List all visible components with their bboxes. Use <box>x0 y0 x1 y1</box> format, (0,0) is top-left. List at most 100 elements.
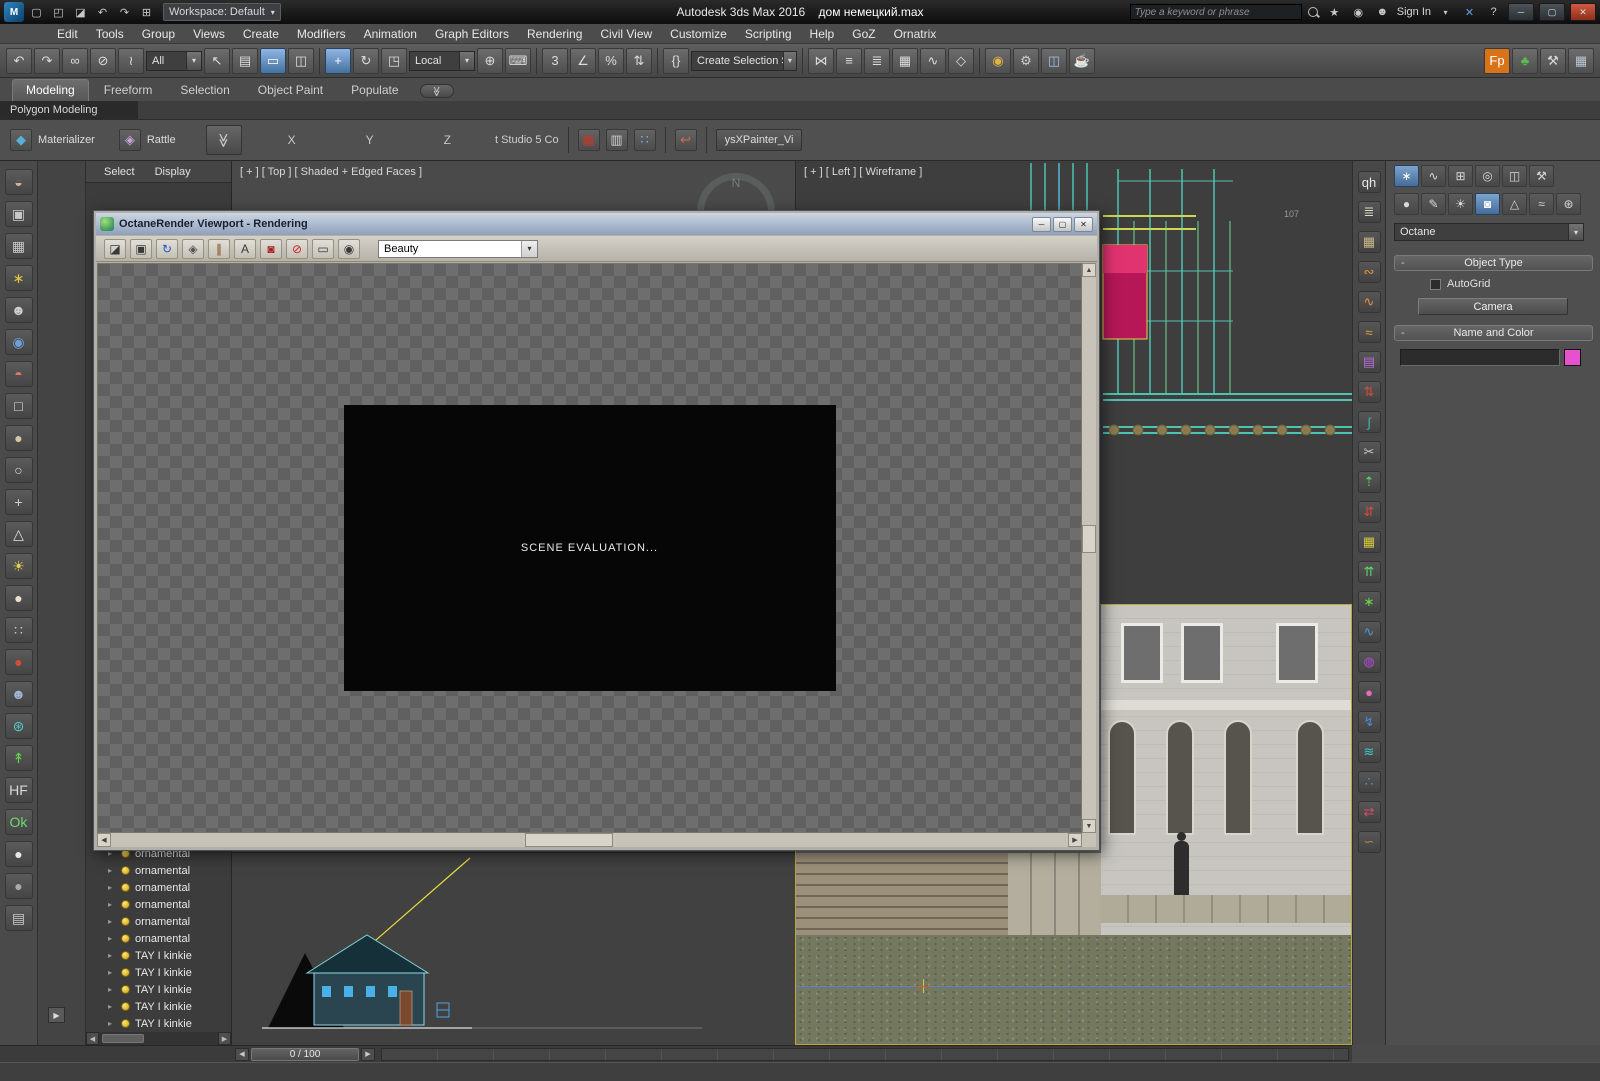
spark-icon[interactable]: ∗ <box>4 265 33 291</box>
dots-grid-icon[interactable]: ∷ <box>633 129 656 151</box>
maximize-button[interactable]: ▢ <box>1539 3 1565 21</box>
save-image-icon[interactable]: ◪ <box>104 238 126 259</box>
systems-category-icon[interactable]: ⊛ <box>1556 193 1581 215</box>
percent-snap-icon[interactable]: % <box>598 47 624 74</box>
space-warps-category-icon[interactable]: ≈ <box>1529 193 1554 215</box>
rendered-frame-window-icon[interactable]: ◫ <box>1041 47 1067 74</box>
menu-item[interactable]: Help <box>801 24 844 43</box>
workspace-dropdown[interactable]: Workspace: Default ▾ <box>163 3 281 21</box>
select-and-move-icon[interactable]: + <box>325 47 351 74</box>
expand-arrow-icon[interactable]: ▸ <box>108 934 116 943</box>
time-slider-track[interactable] <box>381 1047 1349 1061</box>
mirror-icon[interactable]: ⋈ <box>808 47 834 74</box>
scene-explorer-row[interactable]: ▸ ornamental <box>86 930 231 947</box>
selection-region-icon[interactable]: ▭ <box>260 47 286 74</box>
grid-plugin-icon[interactable]: ▦ <box>1568 47 1594 74</box>
cone-icon[interactable]: △ <box>4 521 33 547</box>
menu-item[interactable]: Customize <box>661 24 736 43</box>
lock-view-icon[interactable]: ◈ <box>182 238 204 259</box>
menu-item[interactable]: Create <box>234 24 288 43</box>
material-editor-icon[interactable]: ◉ <box>985 47 1011 74</box>
menu-item[interactable]: Graph Editors <box>426 24 518 43</box>
grid-array-icon[interactable]: ▦ <box>4 233 33 259</box>
create-tab-icon[interactable]: ∗ <box>1394 165 1419 187</box>
light-bulb-icon[interactable] <box>121 934 130 943</box>
ornatrix-pink-ball-icon[interactable]: ● <box>1357 681 1381 703</box>
gear-teal-icon[interactable]: ⊛ <box>4 713 33 739</box>
scroll-right-icon[interactable]: ▶ <box>1068 833 1082 847</box>
orb-blue-icon[interactable]: ◉ <box>4 329 33 355</box>
reference-coordinate-dropdown[interactable]: Local ▾ <box>409 50 475 71</box>
selection-filter-dropdown[interactable]: All ▾ <box>146 50 202 71</box>
ornatrix-scissors-icon[interactable]: ✂ <box>1357 441 1381 463</box>
scroll-thumb[interactable] <box>102 1034 144 1043</box>
ornatrix-strand-icon[interactable]: ∿ <box>1357 291 1381 313</box>
display-tab-icon[interactable]: ◫ <box>1502 165 1527 187</box>
scene-explorer-row[interactable]: ▸ TAY I kinkie <box>86 998 231 1015</box>
viewport-top-label[interactable]: [ + ] [ Top ] [ Shaded + Edged Faces ] <box>240 166 422 178</box>
ornatrix-waves-icon[interactable]: ≈ <box>1357 321 1381 343</box>
light-bulb-icon[interactable] <box>121 883 130 892</box>
object-name-field[interactable] <box>1400 349 1560 366</box>
stamp-text-icon[interactable]: A <box>234 238 256 259</box>
previous-frame-button[interactable]: ◀ <box>235 1047 249 1061</box>
ornatrix-blue-s-icon[interactable]: ∿ <box>1357 621 1381 643</box>
light-bulb-icon[interactable] <box>121 1019 130 1028</box>
sphere-red-icon[interactable]: ● <box>4 649 33 675</box>
curve-arrow-icon[interactable]: ↩ <box>674 129 697 151</box>
render-region-icon[interactable]: ◙ <box>260 238 282 259</box>
align-icon[interactable]: ≡ <box>836 47 862 74</box>
sun-icon[interactable]: ☀ <box>4 553 33 579</box>
fp-plugin-button[interactable]: Fp <box>1484 47 1510 74</box>
modify-tab-icon[interactable]: ∿ <box>1421 165 1446 187</box>
ornatrix-grid-icon[interactable]: ▦ <box>1357 531 1381 553</box>
plant-icon[interactable]: ↟ <box>4 745 33 771</box>
expand-arrow-icon[interactable]: ▸ <box>108 866 116 875</box>
light-bulb-icon[interactable] <box>121 985 130 994</box>
expand-arrow-icon[interactable]: ▸ <box>108 1002 116 1011</box>
explorer-menu-item[interactable]: Display <box>147 166 199 178</box>
panel-icon[interactable]: ▤ <box>4 905 33 931</box>
light-bulb-icon[interactable] <box>121 968 130 977</box>
motion-tab-icon[interactable]: ◎ <box>1475 165 1500 187</box>
hf-icon[interactable]: HF <box>4 777 33 803</box>
ornatrix-drops-icon[interactable]: ∴ <box>1357 771 1381 793</box>
ornatrix-leaf-icon[interactable]: ∗ <box>1357 591 1381 613</box>
new-scene-icon[interactable]: ▢ <box>27 3 46 21</box>
scene-explorer-row[interactable]: ▸ ornamental <box>86 879 231 896</box>
explorer-menu-item[interactable]: Select <box>96 166 143 178</box>
ribbon-tab[interactable]: Populate <box>338 80 411 101</box>
light-bulb-icon[interactable] <box>121 951 130 960</box>
time-slider-thumb[interactable]: 0 / 100 <box>251 1047 359 1061</box>
rattle-icon[interactable]: ◈ <box>118 129 141 151</box>
figure-blue-icon[interactable]: ☻ <box>4 681 33 707</box>
ribbon-collapse-button[interactable]: ≫ <box>419 84 454 98</box>
light-bulb-icon[interactable] <box>121 1002 130 1011</box>
snaps-toggle-icon[interactable]: 3 <box>542 47 568 74</box>
sign-in-link[interactable]: Sign In <box>1397 6 1431 18</box>
ornatrix-brown-curl-icon[interactable]: ∽ <box>1357 831 1381 853</box>
search-input[interactable] <box>1129 4 1302 20</box>
expand-arrow-icon[interactable]: ▸ <box>108 985 116 994</box>
curve-editor-icon[interactable]: ∿ <box>920 47 946 74</box>
expand-arrow-icon[interactable]: ▸ <box>108 951 116 960</box>
lights-category-icon[interactable]: ☀ <box>1448 193 1473 215</box>
name-color-rollout-header[interactable]: - Name and Color <box>1394 325 1593 341</box>
undo-icon[interactable]: ↶ <box>6 47 32 74</box>
scroll-left-icon[interactable]: ◀ <box>97 833 111 847</box>
scroll-up-icon[interactable]: ▲ <box>1082 263 1096 277</box>
project-folder-icon[interactable]: ⊞ <box>137 3 156 21</box>
select-and-manipulate-icon[interactable]: ⊕ <box>477 47 503 74</box>
expand-arrow-icon[interactable]: ▸ <box>108 917 116 926</box>
scroll-thumb[interactable] <box>524 833 613 847</box>
schematic-view-icon[interactable]: ◇ <box>948 47 974 74</box>
bind-to-space-warp-icon[interactable]: ≀ <box>118 47 144 74</box>
redo-icon[interactable]: ↷ <box>34 47 60 74</box>
shapes-category-icon[interactable]: ✎ <box>1421 193 1446 215</box>
ornatrix-arrows-icon[interactable]: ⇈ <box>1357 561 1381 583</box>
scroll-left-icon[interactable]: ◀ <box>86 1032 99 1045</box>
ornatrix-flow-icon[interactable]: ∫ <box>1357 411 1381 433</box>
user-icon[interactable]: ☻ <box>1373 3 1392 21</box>
app-x-icon[interactable]: ✕ <box>1460 3 1479 21</box>
sphere-white-icon[interactable]: ● <box>4 841 33 867</box>
